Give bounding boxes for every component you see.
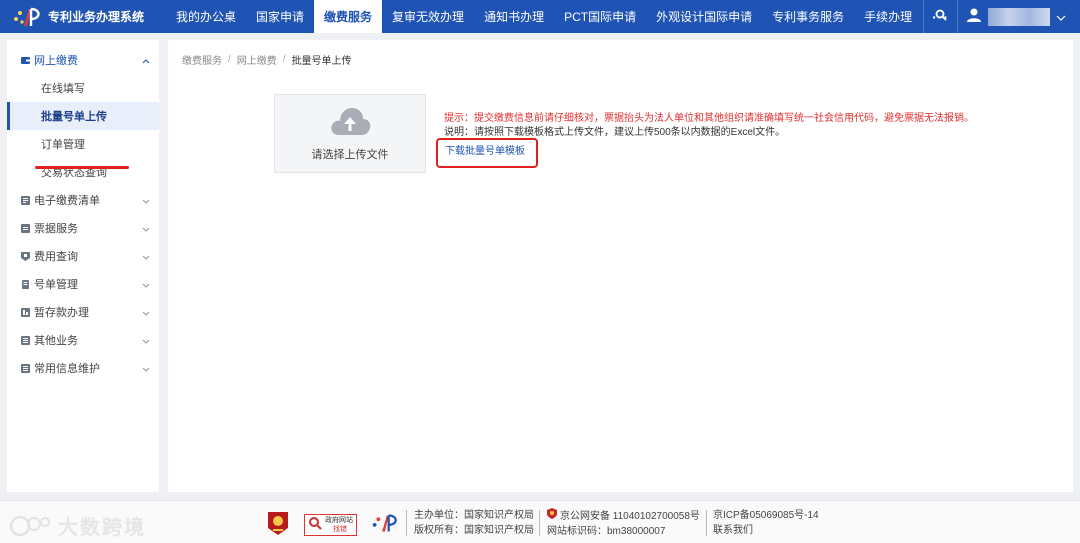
copyright-label: 版权所有：国家知识产权局 bbox=[414, 525, 534, 536]
sidebar-group-label: 电子缴费清单 bbox=[34, 195, 100, 207]
main-content: 缴费服务 / 网上缴费 / 批量号单上传 请选择上传文件 提示：提交缴费信息前请… bbox=[168, 40, 1073, 492]
gov-badge-line2: 找错 bbox=[333, 525, 347, 533]
sidebar-item-order-management[interactable]: 订单管理 bbox=[7, 130, 159, 158]
police-badge-icon bbox=[547, 508, 557, 524]
chevron-down-icon bbox=[142, 195, 150, 207]
breadcrumb-separator: / bbox=[228, 54, 231, 65]
list-icon bbox=[21, 195, 30, 205]
sidebar-group-deposit[interactable]: 暂存款办理 bbox=[7, 298, 159, 326]
footer-divider bbox=[406, 510, 407, 536]
nav-national-application[interactable]: 国家申请 bbox=[246, 0, 314, 33]
sidebar-item-transaction-status[interactable]: 交易状态查询 bbox=[7, 158, 159, 186]
other-icon bbox=[21, 335, 30, 345]
footer-divider bbox=[706, 510, 707, 536]
watermark-logo-icon bbox=[8, 514, 54, 538]
gov-badge-line1: 政府网站 bbox=[325, 516, 353, 524]
user-menu[interactable] bbox=[957, 0, 1080, 33]
fee-icon bbox=[21, 251, 30, 261]
deposit-icon bbox=[21, 307, 30, 317]
sidebar-group-label: 网上缴费 bbox=[34, 55, 78, 67]
sidebar-group-online-payment[interactable]: 网上缴费 bbox=[7, 46, 159, 74]
nav-pct[interactable]: PCT国际申请 bbox=[554, 0, 646, 33]
app-title: 专利业务办理系统 bbox=[48, 10, 145, 24]
sidebar-group-receipt-service[interactable]: 票据服务 bbox=[7, 214, 159, 242]
tips-block: 提示：提交缴费信息前请仔细核对，票据抬头为法人单位和其他组织请准确填写统一社会信… bbox=[444, 112, 974, 140]
chevron-down-icon bbox=[142, 223, 150, 235]
sidebar-group-label: 号单管理 bbox=[34, 279, 78, 291]
sidebar-group-common-info[interactable]: 常用信息维护 bbox=[7, 354, 159, 382]
icp-record[interactable]: 京ICP备05069085号-14 bbox=[713, 508, 819, 523]
chevron-down-icon bbox=[142, 279, 150, 291]
nav-my-desk[interactable]: 我的办公桌 bbox=[166, 0, 246, 33]
cnipa-logo-icon bbox=[10, 5, 42, 29]
nav-reexamination[interactable]: 复审无效办理 bbox=[382, 0, 474, 33]
chevron-down-icon bbox=[142, 363, 150, 375]
footer-host-info: 主办单位：国家知识产权局 版权所有：国家知识产权局 bbox=[414, 508, 534, 538]
party-emblem-icon[interactable] bbox=[266, 510, 290, 539]
annotation-highlight-box bbox=[436, 138, 538, 168]
sidebar-group-label: 常用信息维护 bbox=[34, 363, 100, 375]
breadcrumb-separator: / bbox=[282, 54, 286, 65]
blurred-username bbox=[988, 7, 1050, 26]
footer-divider bbox=[539, 510, 540, 536]
breadcrumb: 缴费服务 / 网上缴费 / 批量号单上传 bbox=[182, 52, 352, 67]
top-navigation-bar: 专利业务办理系统 我的办公桌 国家申请 缴费服务 复审无效办理 通知书办理 PC… bbox=[0, 0, 1080, 33]
breadcrumb-current: 批量号单上传 bbox=[291, 56, 352, 67]
police-record-row[interactable]: 京公网安备 11040102700058号 bbox=[547, 508, 700, 524]
contact-us-link[interactable]: 联系我们 bbox=[713, 523, 819, 538]
host-label: 主办单位：国家知识产权局 bbox=[414, 510, 534, 521]
chevron-up-icon bbox=[142, 55, 150, 67]
sidebar-group-fee-query[interactable]: 费用查询 bbox=[7, 242, 159, 270]
sidebar-item-batch-upload[interactable]: 批量号单上传 bbox=[7, 102, 159, 130]
file-upload-area[interactable]: 请选择上传文件 bbox=[274, 94, 426, 173]
watermark: 大数跨境 bbox=[8, 511, 146, 540]
search-icon bbox=[935, 9, 947, 24]
police-record-text: 京公网安备 11040102700058号 bbox=[560, 510, 700, 522]
top-right-tools bbox=[923, 0, 1080, 33]
nav-notice[interactable]: 通知书办理 bbox=[474, 0, 554, 33]
chevron-down-icon bbox=[142, 307, 150, 319]
app-brand[interactable]: 专利业务办理系统 bbox=[0, 0, 166, 33]
cnipa-footer-logo-icon bbox=[369, 511, 399, 538]
sidebar-group-number-management[interactable]: 号单管理 bbox=[7, 270, 159, 298]
user-icon bbox=[966, 7, 982, 26]
magnifier-icon bbox=[308, 516, 322, 533]
sidebar-group-label: 费用查询 bbox=[34, 251, 78, 263]
settings-list-icon bbox=[21, 363, 30, 373]
cloud-upload-icon bbox=[329, 105, 371, 140]
footer-record-info: 京公网安备 11040102700058号 网站标识码：bm38000007 bbox=[547, 508, 700, 539]
chevron-down-icon bbox=[142, 335, 150, 347]
wallet-icon bbox=[21, 56, 30, 65]
receipt-icon bbox=[21, 223, 30, 233]
sidebar-group-label: 票据服务 bbox=[34, 223, 78, 235]
sidebar-group-e-payment-list[interactable]: 电子缴费清单 bbox=[7, 186, 159, 214]
chevron-down-icon bbox=[142, 251, 150, 263]
gov-badge-text: 政府网站 找错 bbox=[325, 516, 353, 534]
nav-payment-service[interactable]: 缴费服务 bbox=[314, 0, 383, 33]
warning-text: 提示：提交缴费信息前请仔细核对，票据抬头为法人单位和其他组织请准确填写统一社会信… bbox=[444, 113, 974, 124]
footer-badges: 政府网站 找错 bbox=[266, 510, 399, 539]
sidebar: 网上缴费 在线填写 批量号单上传 订单管理 交易状态查询 电子缴费清单 票据服务… bbox=[7, 40, 159, 492]
document-icon bbox=[21, 279, 30, 289]
search-button[interactable] bbox=[923, 0, 957, 33]
breadcrumb-item[interactable]: 网上缴费 bbox=[237, 52, 277, 67]
site-code: 网站标识码：bm38000007 bbox=[547, 526, 666, 537]
chevron-down-icon bbox=[1056, 10, 1066, 24]
sidebar-item-online-fill[interactable]: 在线填写 bbox=[7, 74, 159, 102]
breadcrumb-item[interactable]: 缴费服务 bbox=[182, 52, 222, 67]
nav-procedures[interactable]: 手续办理 bbox=[854, 0, 922, 33]
nav-patent-affairs[interactable]: 专利事务服务 bbox=[762, 0, 854, 33]
footer: 大数跨境 政府网站 找错 主办单位：国家知识产权局 版权所有：国家知识产权局 京… bbox=[0, 500, 1080, 543]
main-nav: 我的办公桌 国家申请 缴费服务 复审无效办理 通知书办理 PCT国际申请 外观设… bbox=[166, 0, 959, 33]
watermark-text: 大数跨境 bbox=[58, 517, 146, 539]
footer-icp-info: 京ICP备05069085号-14 联系我们 bbox=[713, 508, 819, 538]
sidebar-group-other-business[interactable]: 其他业务 bbox=[7, 326, 159, 354]
upload-label: 请选择上传文件 bbox=[311, 149, 389, 161]
annotation-underline bbox=[35, 166, 129, 169]
nav-design-international[interactable]: 外观设计国际申请 bbox=[646, 0, 762, 33]
sidebar-group-label: 其他业务 bbox=[34, 335, 78, 347]
sidebar-group-label: 暂存款办理 bbox=[34, 307, 89, 319]
gov-site-error-badge[interactable]: 政府网站 找错 bbox=[304, 513, 357, 536]
